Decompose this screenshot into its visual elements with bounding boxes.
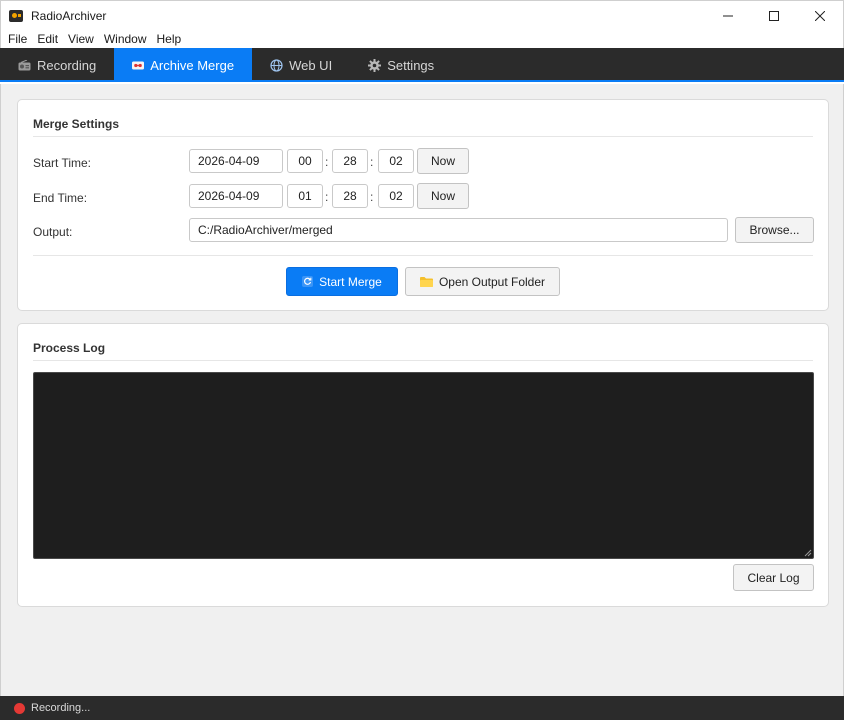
- tab-web-ui-label: Web UI: [289, 57, 333, 73]
- output-path-input[interactable]: C:/RadioArchiver/merged: [189, 218, 728, 242]
- app-logo-icon: [9, 9, 25, 23]
- output-label: Output:: [33, 225, 73, 239]
- end-minute-input[interactable]: 28: [332, 184, 368, 208]
- tab-settings-label: Settings: [387, 57, 435, 73]
- minimize-button[interactable]: [705, 1, 751, 31]
- start-now-button[interactable]: Now: [417, 148, 469, 174]
- start-time-label: Start Time:: [33, 156, 92, 170]
- log-output-textarea[interactable]: [33, 372, 814, 559]
- title-bar: RadioArchiver: [0, 0, 844, 30]
- end-date-input[interactable]: 2026-04-09: [189, 184, 283, 208]
- tab-bar: Recording Archive Merge Web UI Settings: [0, 48, 844, 82]
- maximize-icon: [769, 11, 779, 21]
- time-separator: :: [325, 155, 329, 169]
- merge-settings-title: Merge Settings: [33, 117, 120, 131]
- time-separator: :: [325, 190, 329, 204]
- start-merge-button[interactable]: Start Merge: [286, 267, 398, 296]
- tab-web-ui[interactable]: Web UI: [252, 48, 350, 82]
- close-icon: [815, 11, 825, 21]
- radio-icon: [18, 59, 31, 71]
- time-separator: :: [370, 190, 374, 204]
- group-divider: [33, 136, 813, 137]
- open-output-folder-label: Open Output Folder: [438, 274, 546, 289]
- start-merge-label: Start Merge: [319, 274, 382, 289]
- status-bar: Recording...: [0, 696, 844, 720]
- clear-log-button[interactable]: Clear Log: [733, 564, 814, 591]
- menu-window[interactable]: Window: [99, 30, 152, 48]
- end-now-button[interactable]: Now: [417, 183, 469, 209]
- resize-grip-icon[interactable]: [804, 549, 812, 557]
- menu-view[interactable]: View: [63, 30, 99, 48]
- menu-bar: File Edit View Window Help: [0, 30, 844, 48]
- start-hour-input[interactable]: 00: [287, 149, 323, 173]
- cassette-icon: [132, 61, 145, 70]
- folder-icon: [419, 276, 433, 287]
- end-second-input[interactable]: 02: [378, 184, 414, 208]
- tab-recording-label: Recording: [37, 57, 97, 73]
- tab-recording[interactable]: Recording: [0, 48, 114, 82]
- close-window-button[interactable]: [797, 1, 843, 31]
- end-hour-input[interactable]: 01: [287, 184, 323, 208]
- tab-settings[interactable]: Settings: [350, 48, 452, 82]
- tab-archive-merge[interactable]: Archive Merge: [114, 48, 253, 82]
- globe-icon: [270, 58, 283, 72]
- end-time-label: End Time:: [33, 191, 88, 205]
- process-log-group: Process Log Clear Log: [17, 323, 829, 607]
- gear-icon: [368, 58, 382, 72]
- start-minute-input[interactable]: 28: [332, 149, 368, 173]
- content-area: Merge Settings Start Time: 2026-04-09 00…: [0, 84, 844, 696]
- start-second-input[interactable]: 02: [378, 149, 414, 173]
- maximize-button[interactable]: [751, 1, 797, 31]
- start-date-input[interactable]: 2026-04-09: [189, 149, 283, 173]
- recording-indicator-icon: [14, 702, 25, 714]
- window-title: RadioArchiver: [31, 8, 107, 23]
- merge-settings-group: Merge Settings Start Time: 2026-04-09 00…: [17, 99, 829, 311]
- time-separator: :: [370, 155, 374, 169]
- minimize-icon: [723, 15, 733, 17]
- open-output-folder-button[interactable]: Open Output Folder: [405, 267, 560, 296]
- group-divider: [33, 255, 813, 256]
- tab-archive-merge-label: Archive Merge: [150, 57, 235, 73]
- menu-edit[interactable]: Edit: [32, 30, 63, 48]
- status-text: Recording...: [31, 702, 91, 714]
- browse-button[interactable]: Browse...: [735, 217, 814, 243]
- refresh-icon: [302, 276, 314, 287]
- menu-help[interactable]: Help: [152, 30, 187, 48]
- process-log-title: Process Log: [33, 341, 106, 355]
- group-divider: [33, 360, 813, 361]
- menu-file[interactable]: File: [3, 30, 32, 48]
